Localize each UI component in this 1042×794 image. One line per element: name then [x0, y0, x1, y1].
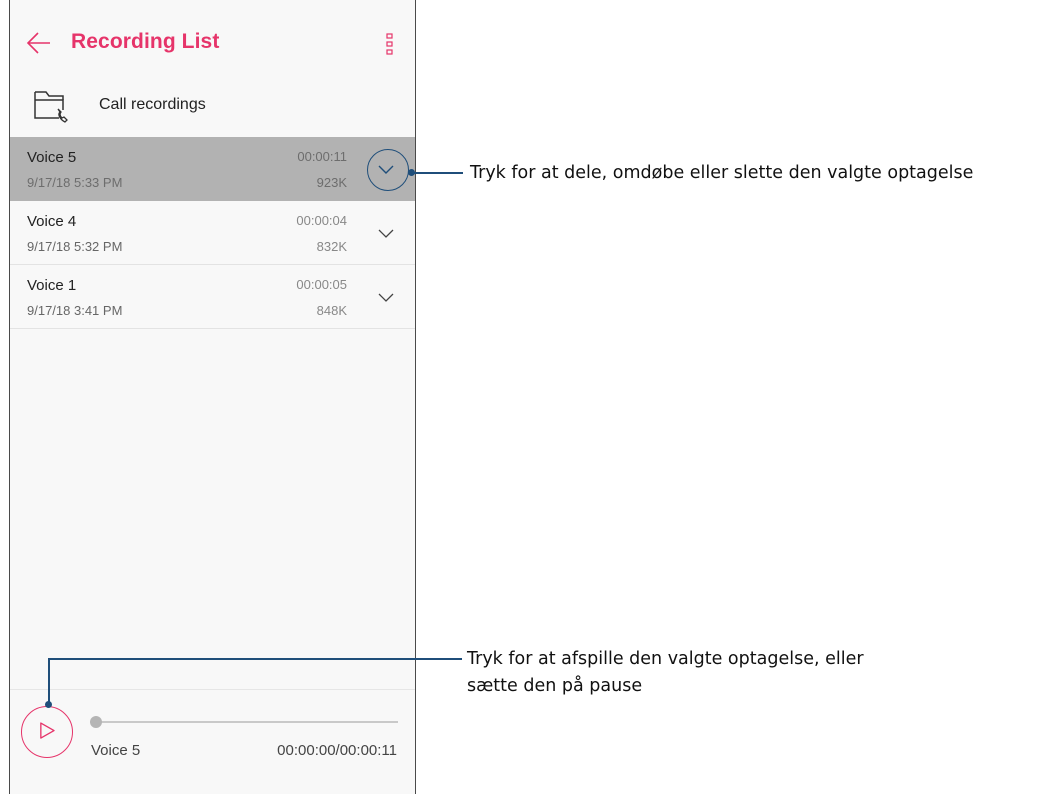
phone-screen: Recording List Call recordings Voice 5 9… [9, 0, 416, 794]
recording-date: 9/17/18 3:41 PM [27, 303, 123, 318]
play-callout-line-v [48, 658, 50, 704]
recording-size: 923K [316, 175, 347, 190]
recording-name: Voice 1 [27, 277, 77, 294]
recording-size: 848K [316, 303, 347, 318]
options-callout-line [411, 172, 463, 174]
play-callout-text-line1: Tryk for at afspille den valgte optagels… [467, 649, 864, 669]
play-callout-dot [45, 701, 52, 708]
options-callout-text: Tryk for at dele, omdøbe eller slette de… [470, 163, 974, 183]
recording-row[interactable]: Voice 5 9/17/18 5:33 PM 00:00:11 923K [10, 137, 415, 201]
options-callout-dot [408, 169, 415, 176]
play-callout-text-line2: sætte den på pause [467, 676, 643, 696]
player-time: 00:00:00/00:00:11 [277, 742, 397, 759]
recording-row[interactable]: Voice 1 9/17/18 3:41 PM 00:00:05 848K [10, 265, 415, 329]
recording-list: Voice 5 9/17/18 5:33 PM 00:00:11 923K Vo… [10, 137, 415, 329]
arrow-left-icon[interactable] [26, 30, 52, 56]
chevron-down-icon[interactable] [370, 217, 402, 249]
more-vertical-icon[interactable] [385, 32, 395, 56]
chevron-down-icon[interactable] [370, 153, 402, 185]
recording-duration: 00:00:04 [296, 213, 347, 228]
recording-date: 9/17/18 5:32 PM [27, 239, 123, 254]
chevron-down-icon[interactable] [370, 281, 402, 313]
seek-thumb[interactable] [90, 716, 102, 728]
recording-name: Voice 5 [27, 149, 77, 166]
seek-track [90, 721, 398, 723]
recording-row[interactable]: Voice 4 9/17/18 5:32 PM 00:00:04 832K [10, 201, 415, 265]
play-button[interactable] [21, 706, 73, 758]
play-icon [40, 722, 55, 739]
recording-name: Voice 4 [27, 213, 77, 230]
page-title: Recording List [71, 30, 220, 53]
player-track-name: Voice 5 [91, 742, 141, 759]
play-callout-line-h [48, 658, 462, 660]
recording-date: 9/17/18 5:33 PM [27, 175, 123, 190]
recording-duration: 00:00:05 [296, 277, 347, 292]
app-bar: Recording List [10, 0, 415, 82]
recording-size: 832K [316, 239, 347, 254]
folder-label: Call recordings [99, 96, 206, 113]
folder-call-icon [34, 91, 68, 123]
mini-player: Voice 5 00:00:00/00:00:11 [10, 689, 415, 794]
seek-bar[interactable] [90, 716, 398, 728]
recording-duration: 00:00:11 [297, 149, 347, 164]
call-recordings-folder[interactable]: Call recordings [10, 82, 415, 136]
